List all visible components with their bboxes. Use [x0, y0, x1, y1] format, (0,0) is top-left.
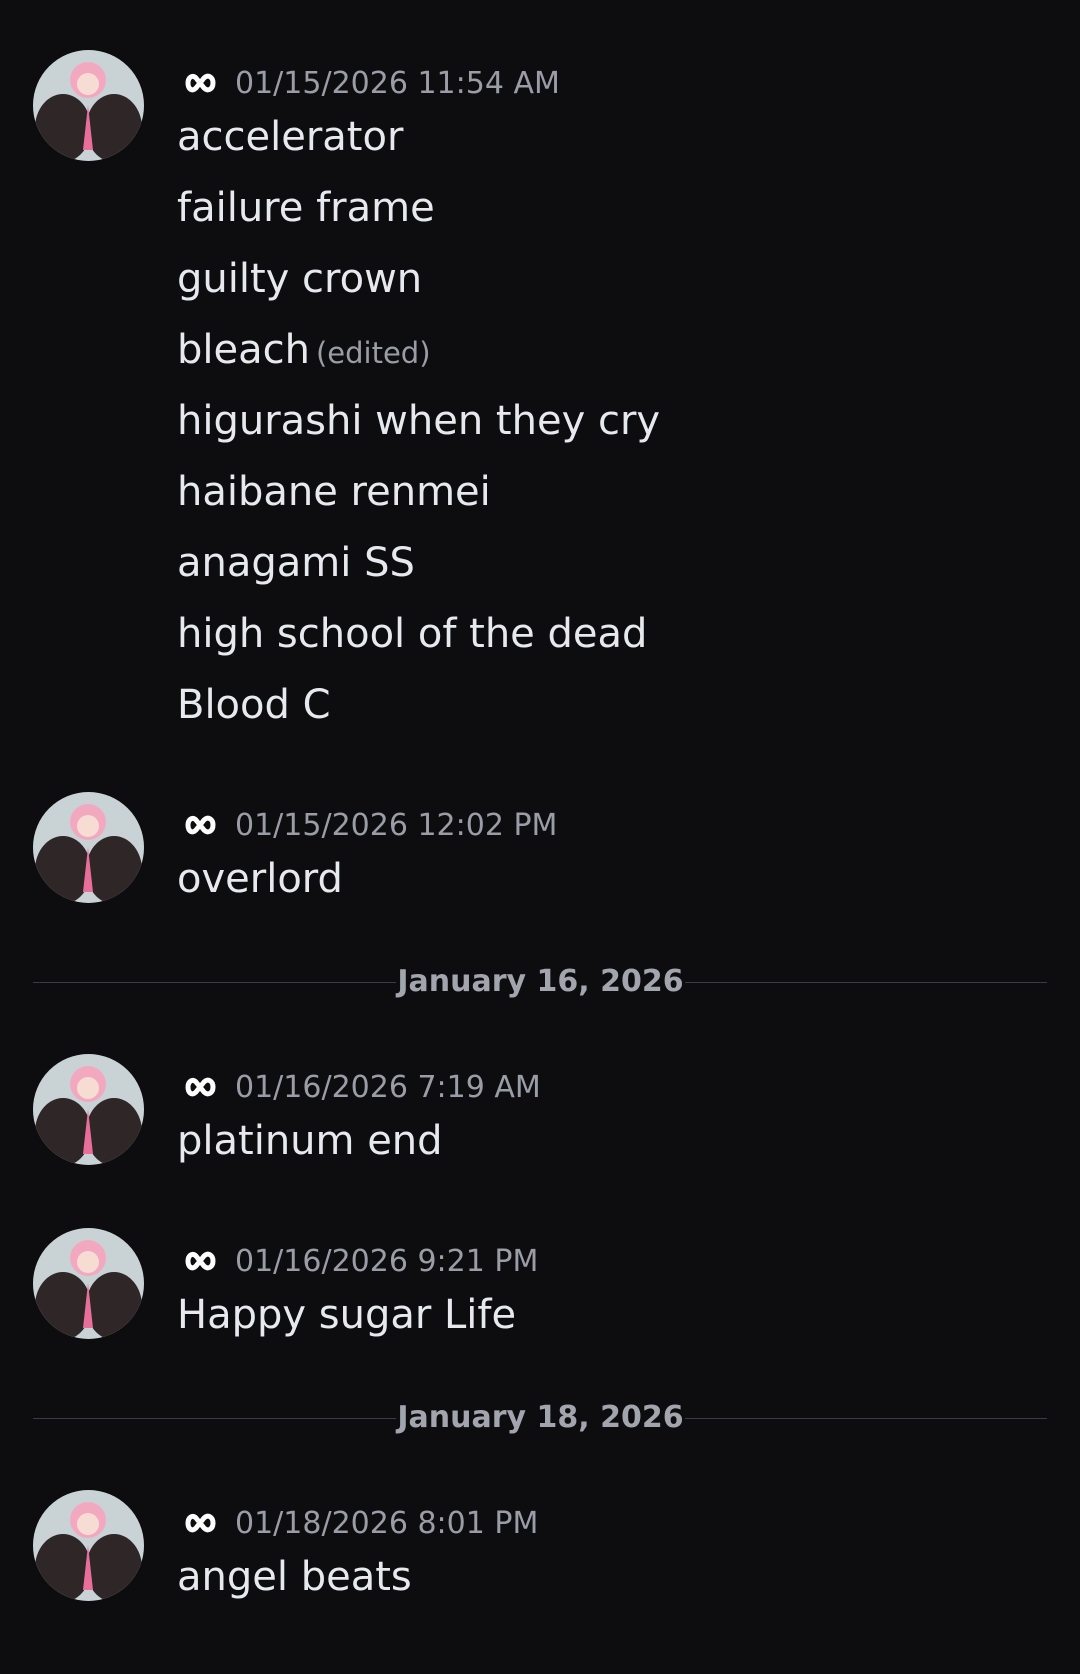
- avatar[interactable]: [33, 50, 144, 161]
- message-line: overlord: [177, 856, 343, 902]
- message-line-edited: bleach (edited): [177, 327, 431, 373]
- divider-date: January 18, 2026: [397, 1400, 684, 1435]
- message-header: 01/18/2026 8:01 PM: [177, 1503, 538, 1543]
- avatar[interactable]: [33, 1054, 144, 1165]
- divider-line: [33, 1418, 396, 1419]
- avatar-image: [33, 50, 144, 161]
- message-line: haibane renmei: [177, 469, 491, 515]
- avatar[interactable]: [33, 1228, 144, 1339]
- message-line: accelerator: [177, 114, 404, 160]
- message-line: angel beats: [177, 1554, 412, 1600]
- divider-line: [685, 982, 1047, 983]
- avatar[interactable]: [33, 1490, 144, 1601]
- message-line: guilty crown: [177, 256, 423, 302]
- message-line: anagami SS: [177, 540, 415, 586]
- message-timestamp: 01/16/2026 9:21 PM: [235, 1243, 539, 1279]
- message-timestamp: 01/15/2026 12:02 PM: [235, 807, 558, 843]
- avatar[interactable]: [33, 792, 144, 903]
- message-header: 01/15/2026 11:54 AM: [177, 63, 560, 103]
- infinity-icon: [185, 73, 216, 93]
- avatar-image: [33, 1054, 144, 1165]
- message-line: Blood C: [177, 682, 331, 728]
- message-header: 01/16/2026 7:19 AM: [177, 1067, 541, 1107]
- avatar-image: [33, 1490, 144, 1601]
- infinity-icon: [185, 1077, 216, 1097]
- message-line: Happy sugar Life: [177, 1292, 517, 1338]
- message-line: failure frame: [177, 185, 435, 231]
- divider-line: [33, 982, 396, 983]
- message-timestamp: 01/18/2026 8:01 PM: [235, 1505, 539, 1541]
- infinity-icon: [185, 815, 216, 835]
- date-divider: January 16, 2026: [33, 962, 1047, 1002]
- message-line: platinum end: [177, 1118, 443, 1164]
- avatar-image: [33, 1228, 144, 1339]
- avatar-image: [33, 792, 144, 903]
- message-header: 01/16/2026 9:21 PM: [177, 1241, 538, 1281]
- message-line-text: bleach: [177, 327, 310, 373]
- message-timestamp: 01/15/2026 11:54 AM: [235, 65, 560, 101]
- message-header: 01/15/2026 12:02 PM: [177, 805, 557, 845]
- divider-date: January 16, 2026: [397, 964, 684, 999]
- message-timestamp: 01/16/2026 7:19 AM: [235, 1069, 541, 1105]
- divider-line: [685, 1418, 1047, 1419]
- edited-label: (edited): [315, 336, 431, 370]
- infinity-icon: [185, 1513, 216, 1533]
- infinity-icon: [185, 1251, 216, 1271]
- message-line: higurashi when they cry: [177, 398, 661, 444]
- message-line: high school of the dead: [177, 611, 648, 657]
- date-divider: January 18, 2026: [33, 1398, 1047, 1438]
